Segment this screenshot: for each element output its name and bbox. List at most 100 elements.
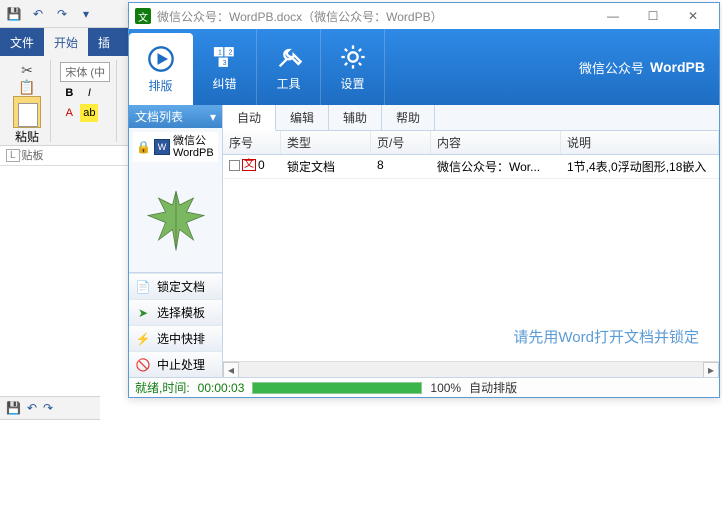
stop-label: 中止处理	[157, 356, 205, 373]
tab-auto[interactable]: 自动	[223, 105, 276, 131]
wpb-main: 自动 编辑 辅助 帮助 序号 类型 页/号 内容 说明 文	[223, 105, 719, 377]
row-badge: 文	[242, 159, 256, 171]
table-header: 序号 类型 页/号 内容 说明	[223, 131, 719, 155]
col-seq[interactable]: 序号	[223, 131, 281, 154]
ribbon-settings-label: 设置	[340, 75, 364, 92]
redo-icon[interactable]: ↷	[43, 401, 53, 415]
lock-icon: 📄	[135, 280, 151, 294]
quick-typeset-label: 选中快排	[157, 330, 205, 347]
svg-text:3: 3	[222, 60, 226, 67]
svg-text:1: 1	[218, 49, 222, 56]
bold-button[interactable]: B	[60, 84, 78, 102]
ribbon-tools[interactable]: 工具	[257, 29, 321, 105]
row-seq: 0	[258, 158, 265, 172]
redo-icon[interactable]: ↷	[52, 4, 72, 24]
maximize-button[interactable]: ☐	[633, 3, 673, 29]
play-icon	[147, 45, 175, 73]
font-color-button[interactable]: A	[60, 104, 78, 122]
tab-file[interactable]: 文件	[0, 28, 44, 56]
leaf-decoration	[129, 166, 222, 272]
doc-name: 微信公 WordPB	[173, 135, 214, 159]
ribbon-settings[interactable]: 设置	[321, 29, 385, 105]
status-time: 00:00:03	[198, 381, 245, 395]
minimize-button[interactable]: —	[593, 3, 633, 29]
ribbon-typeset[interactable]: 排版	[129, 33, 193, 105]
word-doc-icon: W	[154, 139, 170, 155]
ribbon-typeset-label: 排版	[148, 77, 172, 94]
word-ruler: L	[0, 146, 130, 166]
wpb-titlebar[interactable]: 文 微信公众号：WordPB.docx（微信公众号：WordPB） — ☐ ✕	[129, 3, 719, 29]
choose-template-label: 选择模板	[157, 304, 205, 321]
font-name-combo[interactable]: 宋体 (中	[60, 62, 110, 82]
sidebar-header: 文档列表 ▾	[129, 105, 222, 128]
hint-text: 请先用Word打开文档并锁定	[513, 326, 699, 347]
ruler-tab-mark: L	[6, 149, 20, 162]
wpb-tabbar: 自动 编辑 辅助 帮助	[223, 105, 719, 131]
scroll-track[interactable]	[239, 362, 703, 378]
scroll-right-icon[interactable]: ▸	[703, 362, 719, 378]
table-row[interactable]: 文 0 锁定文档 8 微信公众号：Wor... 1节,4表,0浮动图形,18嵌入	[223, 155, 719, 179]
blocks-icon: 123	[211, 43, 239, 71]
clipboard-icon	[13, 96, 41, 128]
undo-icon[interactable]: ↶	[28, 4, 48, 24]
qat-more-icon[interactable]: ▾	[76, 4, 96, 24]
stop-icon: 🚫	[135, 358, 151, 372]
doc-item[interactable]: 🔒 W 微信公 WordPB	[133, 132, 218, 162]
close-button[interactable]: ✕	[673, 3, 713, 29]
wpb-brand: 微信公众号 WordPB	[579, 29, 719, 105]
brand-prefix: 微信公众号	[579, 58, 644, 77]
paste-label: 粘贴	[15, 128, 39, 145]
word-app: 💾 ↶ ↷ ▾ 文件 开始 插 ✂ 📋 粘贴 剪贴板 宋体 (中 B I	[0, 0, 130, 532]
undo-icon[interactable]: ↶	[27, 401, 37, 415]
chevron-down-icon[interactable]: ▾	[210, 110, 216, 124]
progress-fill	[253, 383, 421, 393]
wordpb-window: 文 微信公众号：WordPB.docx（微信公众号：WordPB） — ☐ ✕ …	[128, 2, 720, 398]
stop-button[interactable]: 🚫 中止处理	[129, 351, 222, 377]
wpb-sidebar: 文档列表 ▾ 🔒 W 微信公 WordPB 📄锁定文档 ➤选择模板 ⚡选	[129, 105, 223, 377]
word-qat: 💾 ↶ ↷ ▾	[0, 0, 130, 28]
italic-button[interactable]: I	[80, 84, 98, 102]
row-page: 8	[371, 155, 431, 178]
save-icon[interactable]: 💾	[6, 401, 21, 415]
lock-doc-label: 锁定文档	[157, 278, 205, 295]
result-table: 序号 类型 页/号 内容 说明 文 0 锁定文档 8	[223, 131, 719, 377]
wpb-ribbon: 排版 123 纠错 工具 设置 微信公众号 WordPB	[129, 29, 719, 105]
horizontal-scrollbar[interactable]: ◂ ▸	[223, 361, 719, 377]
lock-icon: 🔒	[136, 140, 151, 154]
word-ribbon: ✂ 📋 粘贴 剪贴板 宋体 (中 B I A ab	[0, 56, 130, 146]
svg-text:2: 2	[228, 49, 232, 56]
row-checkbox[interactable]	[229, 160, 240, 171]
tab-assist[interactable]: 辅助	[329, 105, 382, 130]
tab-edit[interactable]: 编辑	[276, 105, 329, 130]
lightning-icon: ⚡	[135, 332, 151, 346]
wpb-statusbar: 就绪,时间: 00:00:03 100% 自动排版	[129, 377, 719, 397]
arrow-icon: ➤	[135, 306, 151, 320]
col-type[interactable]: 类型	[281, 131, 371, 154]
save-icon[interactable]: 💾	[4, 4, 24, 24]
scroll-left-icon[interactable]: ◂	[223, 362, 239, 378]
maple-leaf-icon	[141, 184, 211, 254]
lock-doc-button[interactable]: 📄 锁定文档	[129, 273, 222, 299]
col-desc[interactable]: 说明	[561, 131, 719, 154]
tab-home[interactable]: 开始	[44, 28, 88, 56]
tab-insert[interactable]: 插	[88, 28, 120, 56]
tools-icon	[275, 43, 303, 71]
row-content: 微信公众号：Wor...	[431, 155, 561, 178]
row-type: 锁定文档	[281, 155, 371, 178]
wpb-window-title: 微信公众号：WordPB.docx（微信公众号：WordPB）	[157, 8, 593, 25]
highlight-button[interactable]: ab	[80, 104, 98, 122]
choose-template-button[interactable]: ➤ 选择模板	[129, 299, 222, 325]
col-content[interactable]: 内容	[431, 131, 561, 154]
ribbon-correct-label: 纠错	[212, 75, 236, 92]
sidebar-header-label: 文档列表	[135, 108, 183, 125]
col-page[interactable]: 页/号	[371, 131, 431, 154]
paste-button[interactable]: ✂ 📋 粘贴	[10, 62, 44, 145]
tab-help[interactable]: 帮助	[382, 105, 435, 130]
word-qat-bottom: 💾 ↶ ↷	[0, 396, 100, 420]
status-label: 就绪,时间:	[135, 379, 190, 396]
status-mode: 自动排版	[469, 379, 517, 396]
quick-typeset-button[interactable]: ⚡ 选中快排	[129, 325, 222, 351]
ribbon-correct[interactable]: 123 纠错	[193, 29, 257, 105]
word-tabbar: 文件 开始 插	[0, 28, 130, 56]
brand-name: WordPB	[650, 59, 705, 75]
